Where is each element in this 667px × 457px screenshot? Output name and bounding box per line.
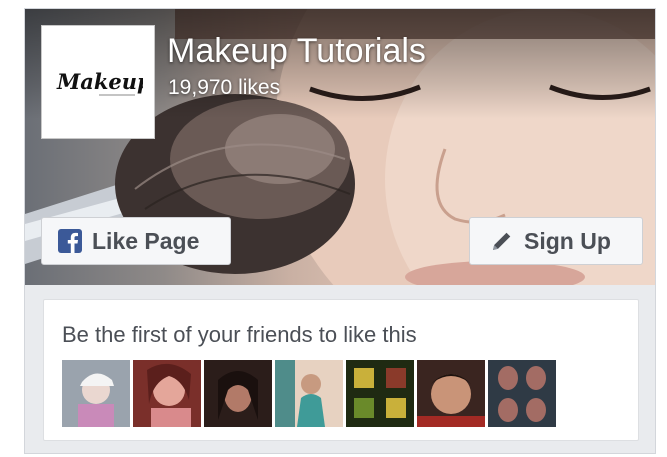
friend-avatar[interactable]: [417, 360, 485, 427]
cover-photo[interactable]: Makeup Makeup Tutorials 19,970 likes Lik…: [25, 9, 655, 285]
like-page-button[interactable]: Like Page: [41, 217, 231, 265]
like-page-label: Like Page: [92, 227, 200, 254]
svg-text:Makeup: Makeup: [56, 69, 143, 94]
friend-avatar[interactable]: [133, 360, 201, 427]
makeup-logo: Makeup: [56, 69, 143, 96]
facebook-f-icon: [58, 229, 82, 253]
friend-avatar[interactable]: [275, 360, 343, 427]
sign-up-label: Sign Up: [524, 227, 611, 254]
friend-avatar[interactable]: [488, 360, 556, 427]
sign-up-button[interactable]: Sign Up: [469, 217, 643, 265]
friends-prompt: Be the first of your friends to like thi…: [62, 322, 417, 347]
pencil-icon: [490, 229, 514, 253]
page-title[interactable]: Makeup Tutorials: [167, 31, 426, 71]
friend-avatar[interactable]: [62, 360, 130, 427]
likes-count: 19,970 likes: [168, 76, 281, 99]
friends-avatars: [62, 360, 556, 427]
profile-picture[interactable]: Makeup: [41, 25, 155, 139]
friends-panel: Be the first of your friends to like thi…: [43, 299, 639, 441]
friend-avatar[interactable]: [204, 360, 272, 427]
page-plugin: Makeup Makeup Tutorials 19,970 likes Lik…: [24, 8, 656, 454]
friend-avatar[interactable]: [346, 360, 414, 427]
